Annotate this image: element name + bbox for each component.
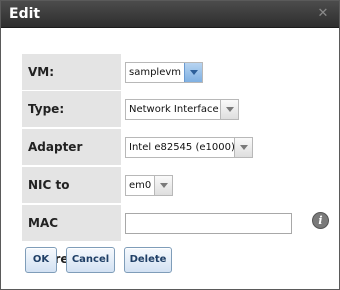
vm-label: VM: <box>22 54 121 90</box>
mac-address-input[interactable] <box>125 213 292 234</box>
type-select[interactable]: Network Interface <box>125 99 239 120</box>
adapter-type-select[interactable]: Intel e82545 (e1000) <box>125 137 253 158</box>
type-select-value: Network Interface <box>129 104 219 115</box>
vm-cell: samplevm <box>121 54 339 90</box>
mac-address-cell <box>121 205 339 241</box>
chevron-down-icon[interactable] <box>234 138 252 157</box>
nic-label: NIC to attach: <box>22 167 121 228</box>
nic-cell: em0 <box>121 167 339 203</box>
info-icon[interactable]: i <box>312 212 329 229</box>
close-icon[interactable]: ✕ <box>316 7 330 21</box>
adapter-type-select-value: Intel e82545 (e1000) <box>129 142 235 153</box>
chevron-down-icon[interactable] <box>154 176 172 195</box>
ok-button[interactable]: OK <box>25 247 57 273</box>
adapter-type-cell: Intel e82545 (e1000) <box>121 129 339 165</box>
nic-select-value: em0 <box>129 180 152 191</box>
vm-select-value: samplevm <box>129 67 182 78</box>
dialog-titlebar: Edit ✕ <box>1 1 339 28</box>
adapter-type-label: Adapter Type: <box>22 129 121 190</box>
dialog-title: Edit <box>9 6 41 22</box>
nic-select[interactable]: em0 <box>125 175 173 196</box>
type-label: Type: <box>22 91 121 127</box>
type-cell: Network Interface <box>121 91 339 127</box>
cancel-button[interactable]: Cancel <box>66 247 115 273</box>
chevron-down-icon[interactable] <box>184 63 202 82</box>
delete-button[interactable]: Delete <box>124 247 172 273</box>
edit-dialog: Edit ✕ VM: samplevm Type: Network Interf… <box>0 0 340 290</box>
vm-select[interactable]: samplevm <box>125 62 203 83</box>
mac-address-label: MAC Address: <box>22 205 121 266</box>
chevron-down-icon[interactable] <box>220 100 238 119</box>
